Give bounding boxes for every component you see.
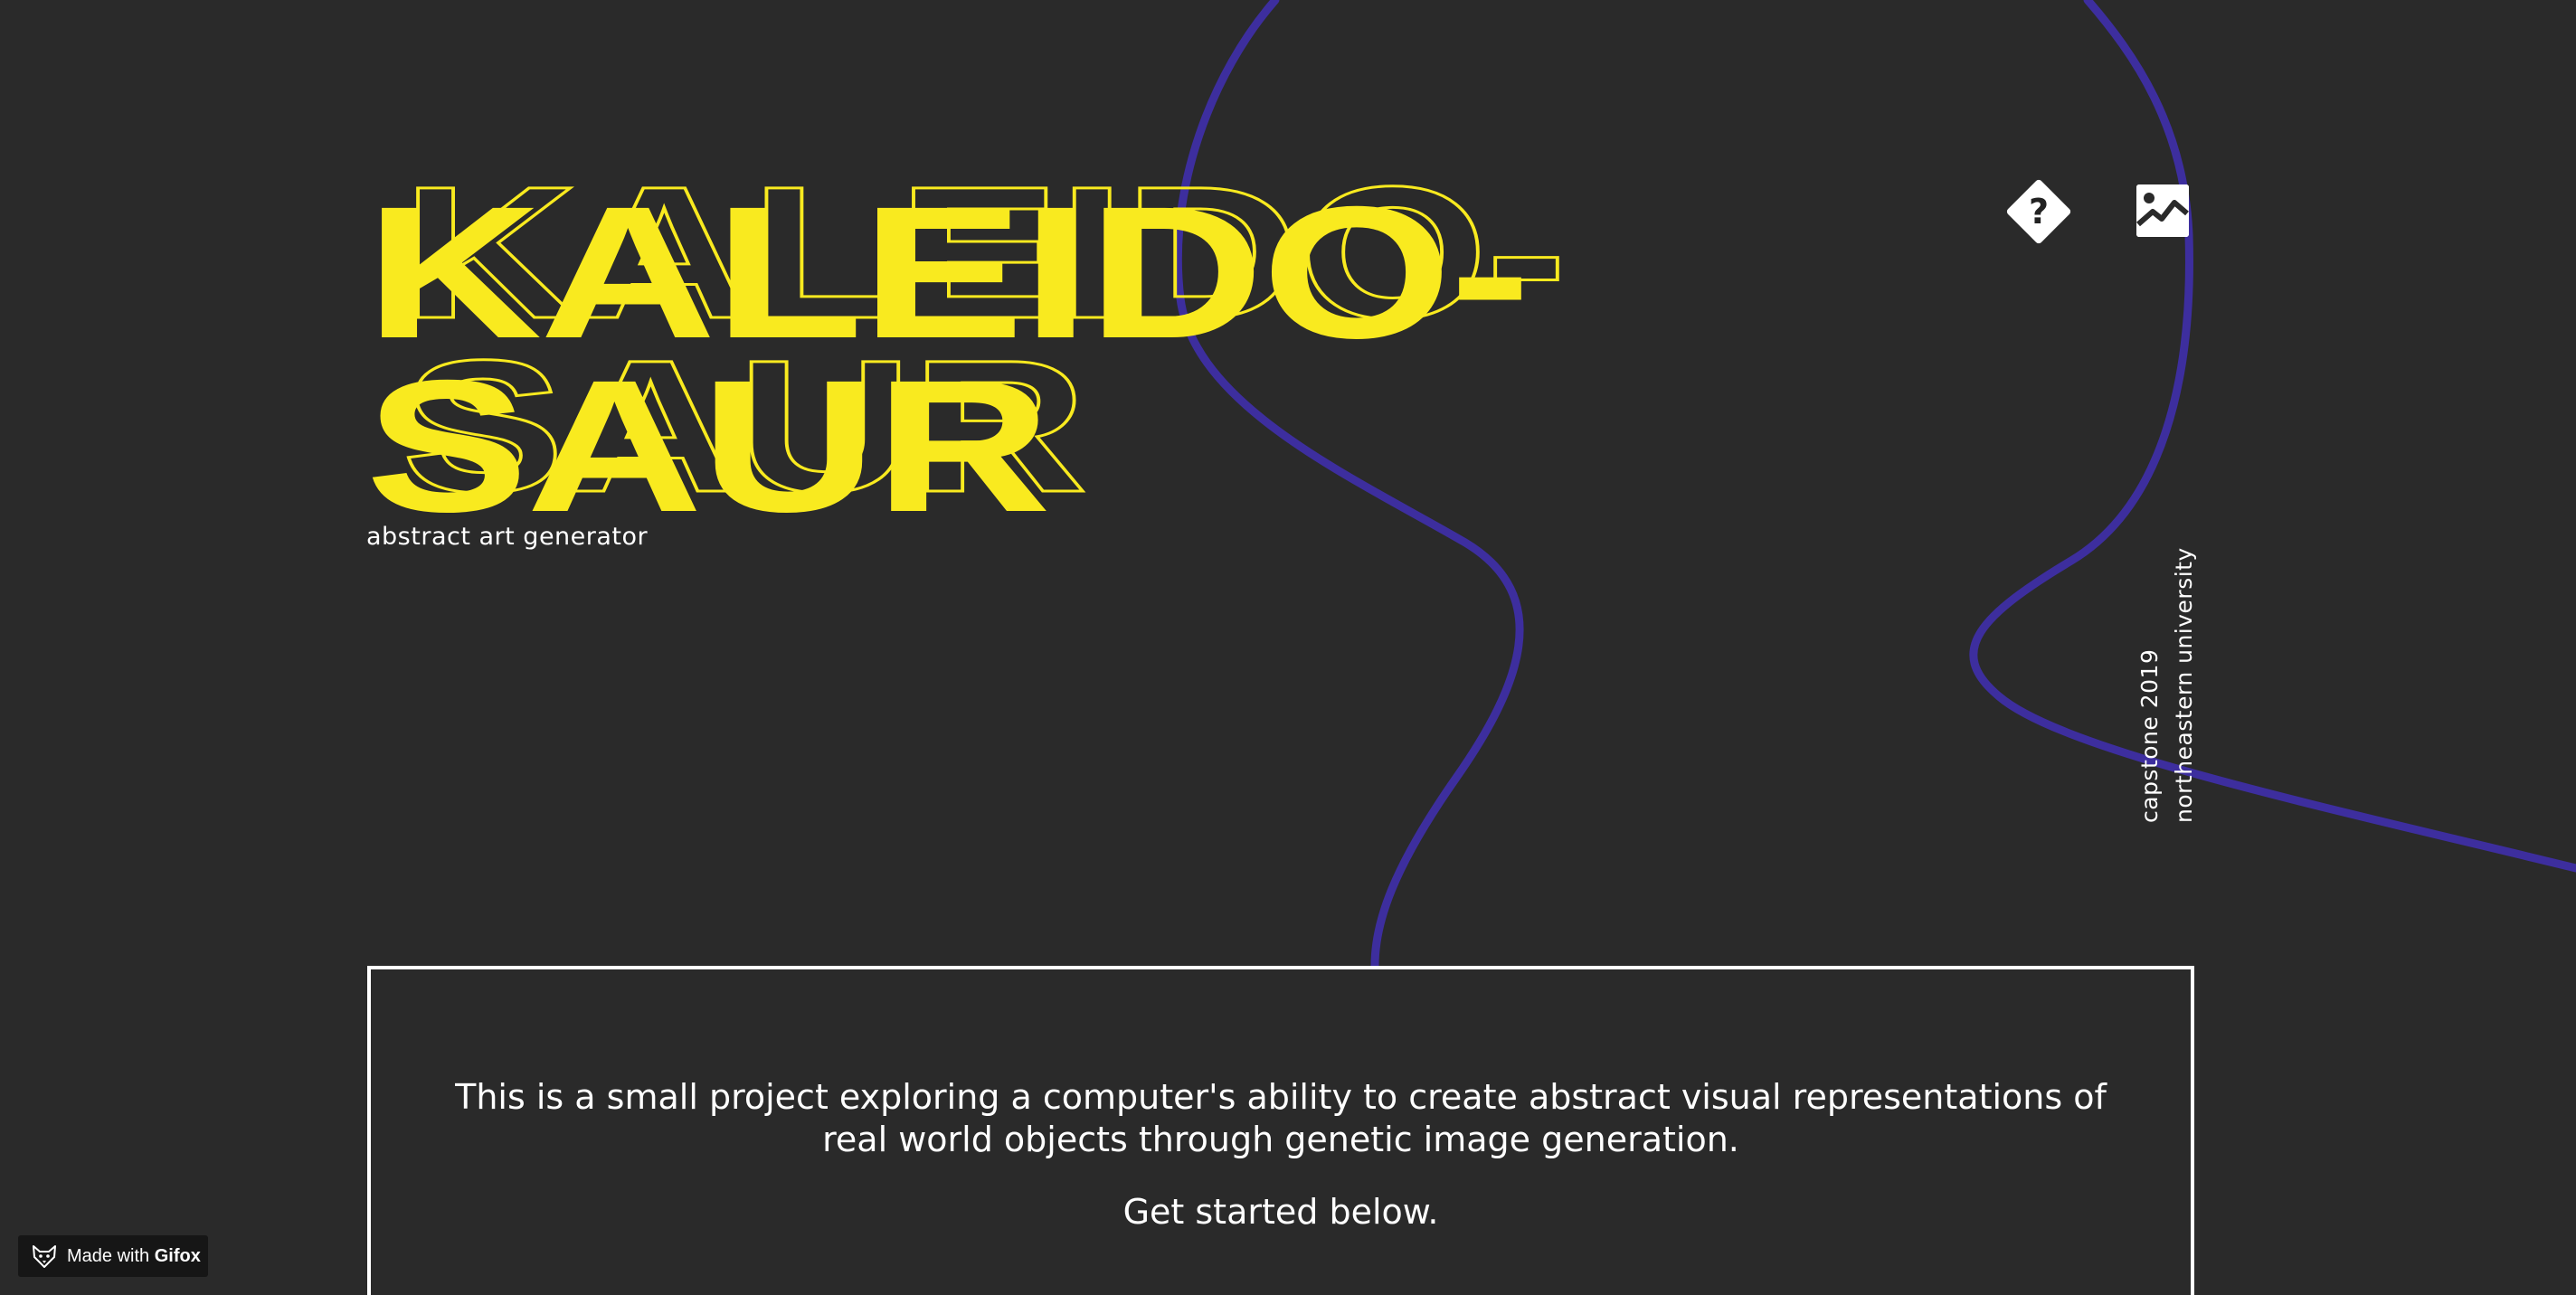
- intro-panel: This is a small project exploring a comp…: [367, 966, 2194, 1295]
- fox-icon: [33, 1245, 56, 1268]
- image-gallery-button[interactable]: [2136, 184, 2189, 237]
- intro-cta: Get started below.: [1122, 1192, 1439, 1232]
- image-gallery-icon: [2136, 184, 2189, 237]
- credit-university: northeastern university: [2171, 547, 2197, 823]
- gifox-brand: Gifox: [154, 1245, 201, 1266]
- title-line-2: SAUR: [365, 342, 1051, 552]
- gifox-badge[interactable]: Made with Gifox: [18, 1235, 208, 1277]
- side-credits: capstone 2019 northeastern university: [2136, 543, 2227, 832]
- title-line-1: KALEIDO-: [365, 168, 1531, 378]
- app-subtitle: abstract art generator: [366, 523, 649, 551]
- gifox-label: Made with Gifox: [67, 1246, 201, 1267]
- app-title: KALEIDO- SAUR KALEIDO- SAUR: [365, 158, 1632, 552]
- gifox-prefix: Made with: [67, 1245, 150, 1266]
- landing-page: KALEIDO- SAUR KALEIDO- SAUR abstract art…: [0, 0, 2576, 1295]
- intro-description: This is a small project exploring a comp…: [455, 1077, 2107, 1159]
- help-button[interactable]: ?: [2005, 178, 2072, 245]
- credit-capstone: capstone 2019: [2136, 648, 2163, 823]
- header-actions: ?: [1999, 172, 2216, 253]
- help-diamond-icon: ?: [2028, 192, 2050, 232]
